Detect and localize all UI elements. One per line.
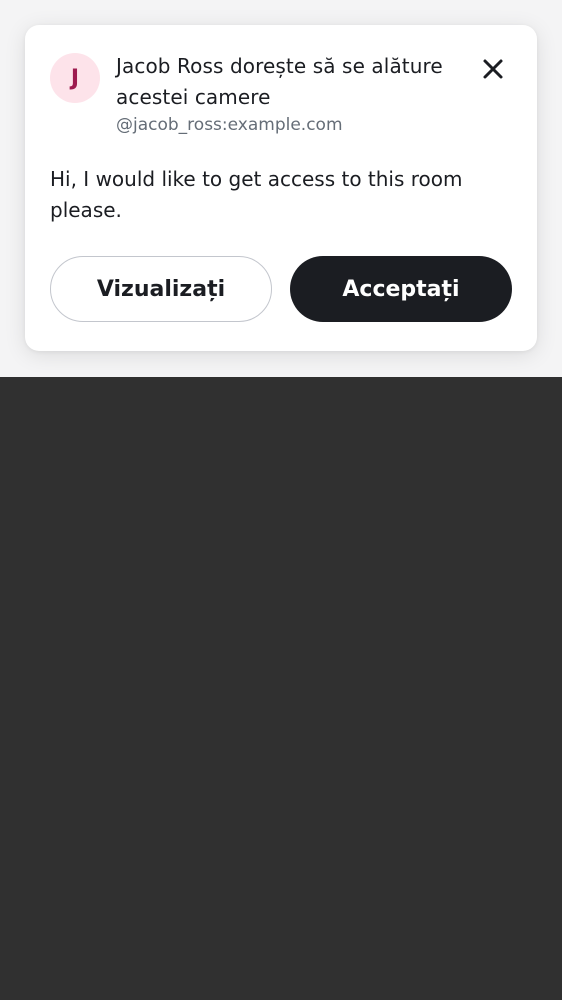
close-icon	[483, 59, 503, 79]
accept-button-label: Acceptați	[342, 276, 460, 302]
screen: J Jacob Ross dorește să se alăture acest…	[0, 0, 562, 1000]
view-button[interactable]: Vizualizați	[50, 256, 272, 322]
avatar[interactable]: J	[50, 53, 100, 103]
user-id: @jacob_ross:example.com	[116, 115, 343, 135]
request-title: Jacob Ross dorește să se alăture acestei…	[116, 54, 443, 109]
join-request-card: J Jacob Ross dorește să se alăture acest…	[25, 25, 537, 351]
request-message: Hi, I would like to get access to this r…	[50, 167, 463, 222]
room-content-area	[0, 377, 562, 1000]
accept-button[interactable]: Acceptați	[290, 256, 512, 322]
view-button-label: Vizualizați	[96, 276, 226, 302]
close-button[interactable]	[477, 53, 509, 85]
